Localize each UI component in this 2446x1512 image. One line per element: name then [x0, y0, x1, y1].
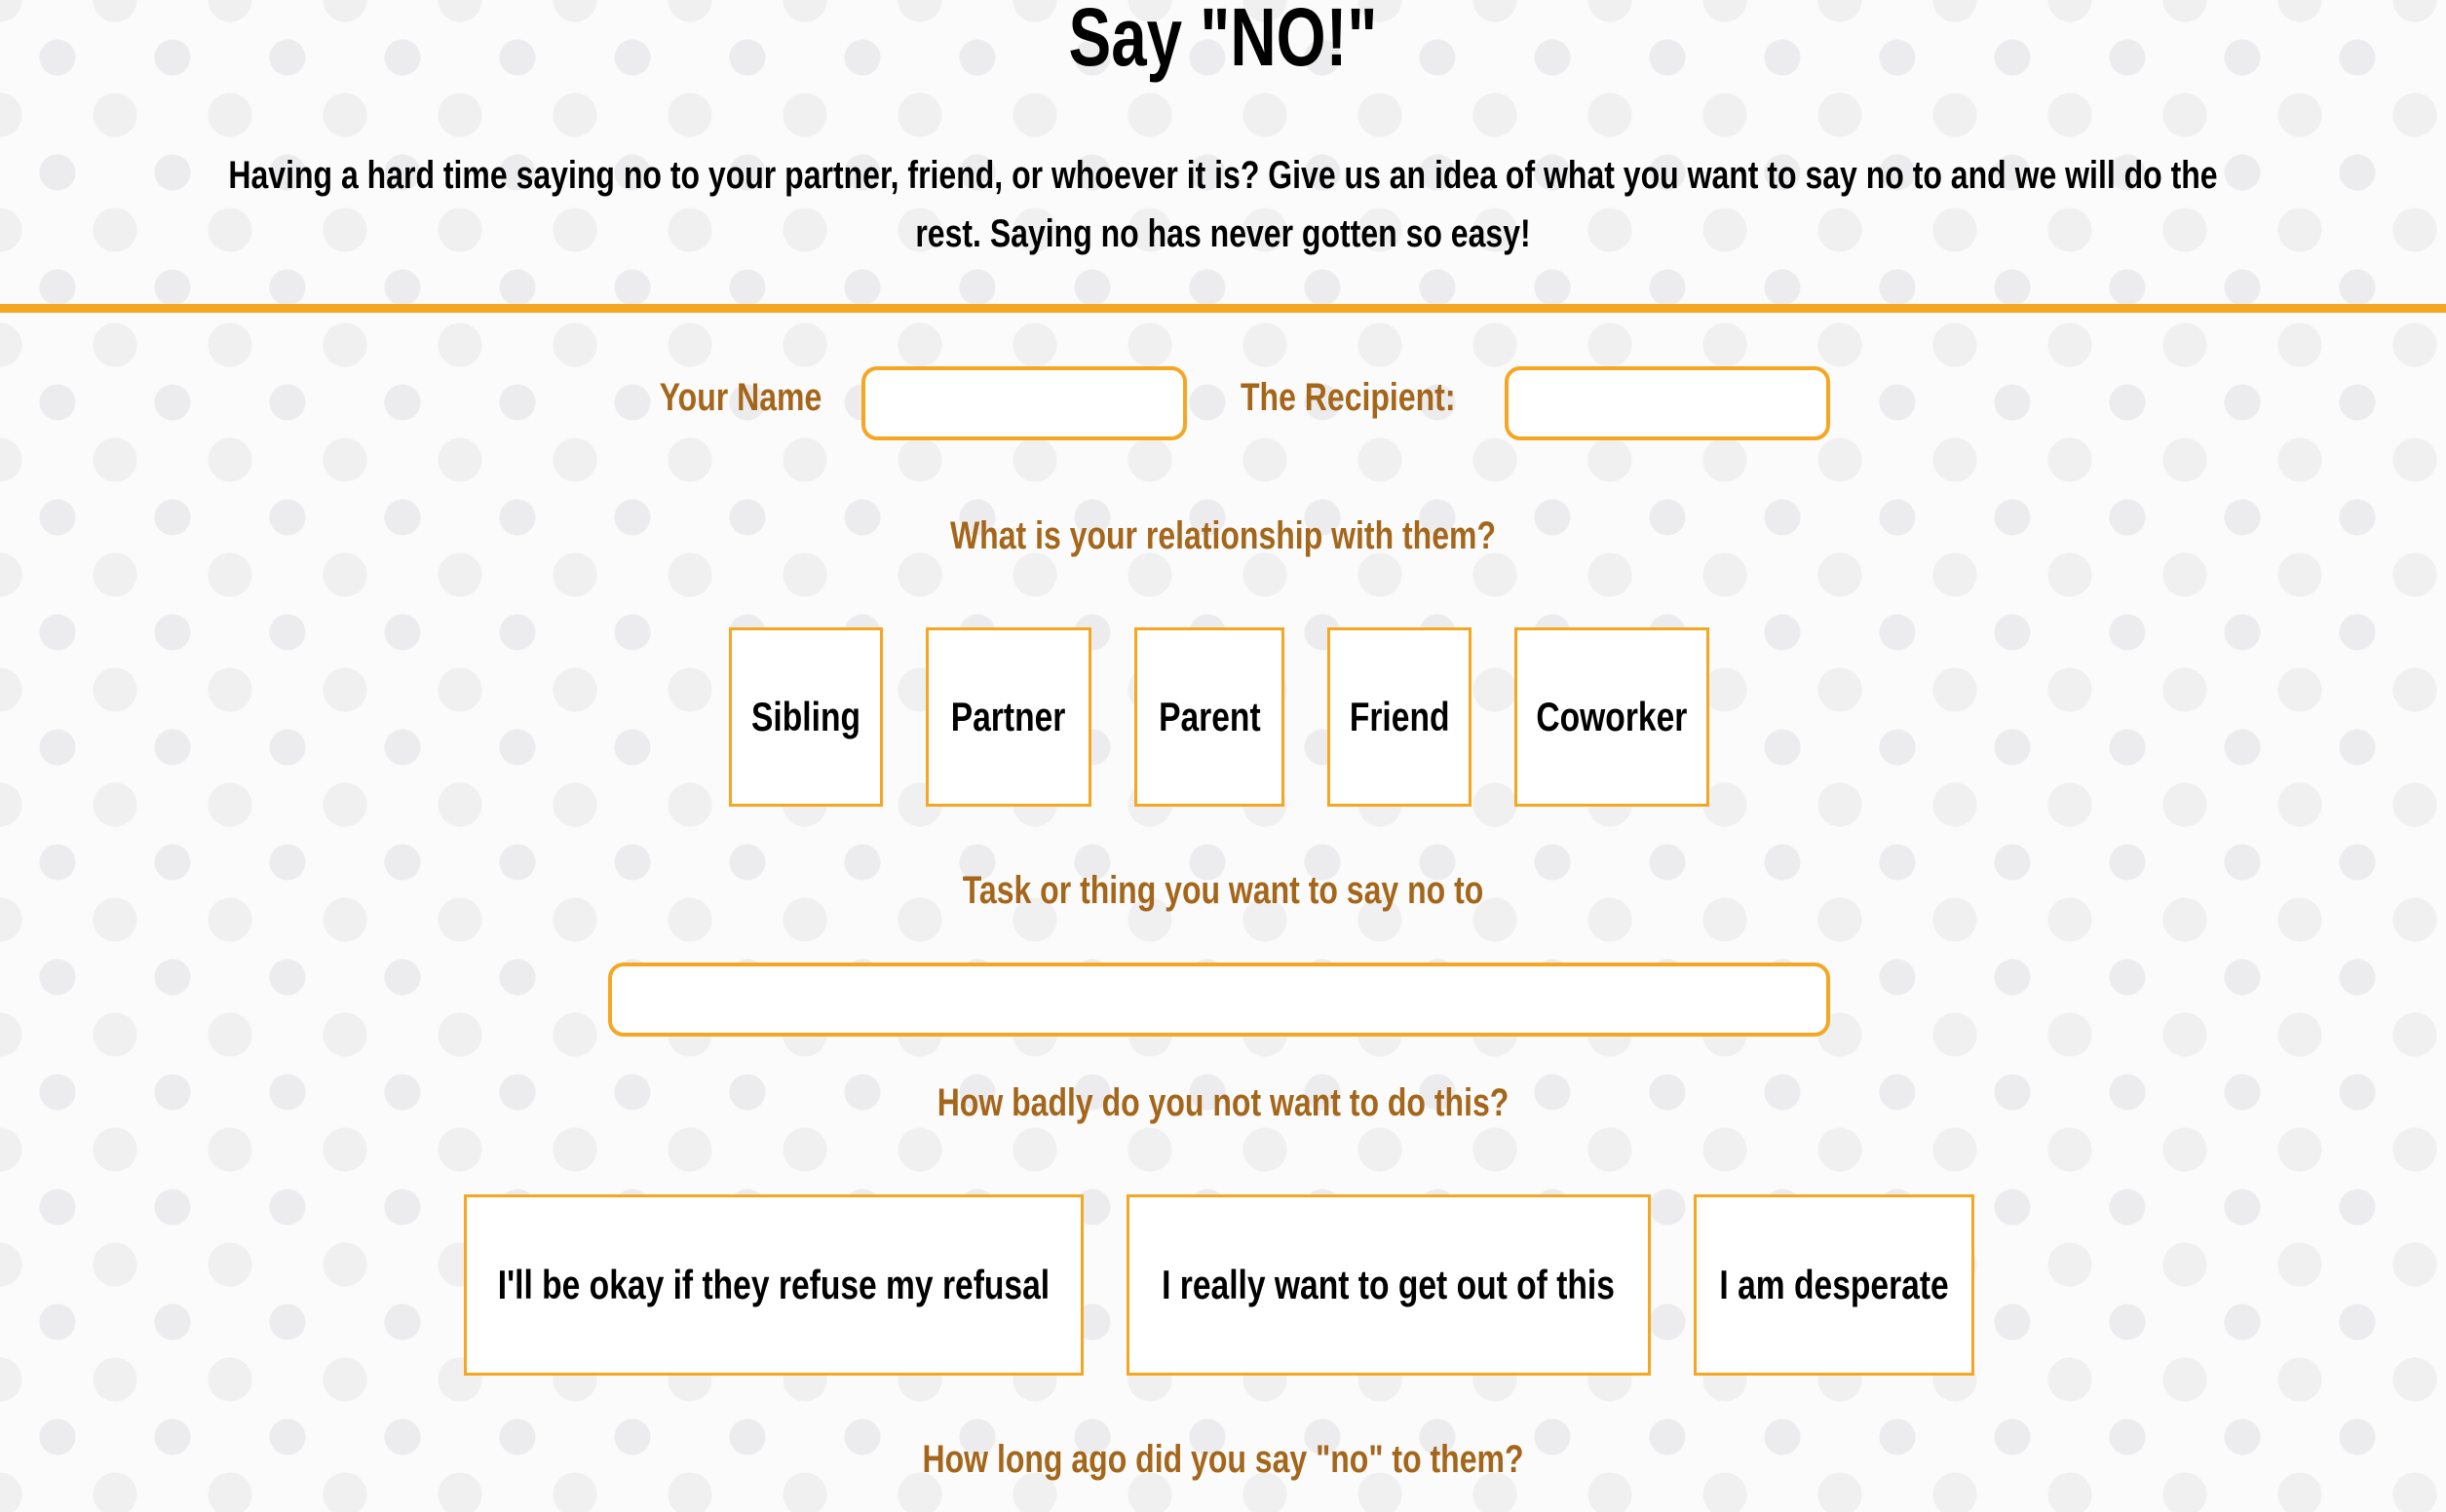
badness-option-label: I really want to get out of this	[1162, 1262, 1616, 1307]
recipient-input[interactable]	[1505, 366, 1830, 440]
badness-option-really[interactable]: I really want to get out of this	[1127, 1194, 1651, 1376]
relationship-option-parent[interactable]: Parent	[1134, 627, 1284, 807]
badness-question: How badly do you not want to do this?	[936, 1081, 1510, 1124]
your-name-input[interactable]	[861, 366, 1187, 440]
badness-option-label: I'll be okay if they refuse my refusal	[497, 1262, 1051, 1307]
task-input[interactable]	[608, 963, 1830, 1037]
relationship-option-label: Partner	[951, 694, 1066, 739]
relationship-question: What is your relationship with them?	[949, 514, 1497, 557]
relationship-option-label: Parent	[1158, 694, 1261, 739]
badness-option-okay[interactable]: I'll be okay if they refuse my refusal	[464, 1194, 1084, 1376]
badness-option-desperate[interactable]: I am desperate	[1694, 1194, 1974, 1376]
relationship-option-partner[interactable]: Partner	[926, 627, 1091, 807]
badness-option-label: I am desperate	[1719, 1262, 1949, 1307]
intro-text: Having a hard time saying no to your par…	[228, 154, 2218, 255]
relationship-option-sibling[interactable]: Sibling	[729, 627, 883, 807]
relationship-option-friend[interactable]: Friend	[1327, 627, 1471, 807]
page-title: Say "NO!"	[1068, 0, 1378, 83]
relationship-option-label: Friend	[1349, 694, 1450, 739]
relationship-option-label: Sibling	[751, 694, 860, 739]
relationship-option-label: Coworker	[1536, 694, 1688, 739]
recipient-label: The Recipient:	[1241, 376, 1456, 419]
your-name-label: Your Name	[659, 376, 822, 419]
task-label: Task or thing you want to say no to	[962, 869, 1484, 912]
relationship-option-coworker[interactable]: Coworker	[1514, 627, 1709, 807]
header-divider	[0, 304, 2446, 313]
how-long-question: How long ago did you say "no" to them?	[922, 1438, 1524, 1481]
